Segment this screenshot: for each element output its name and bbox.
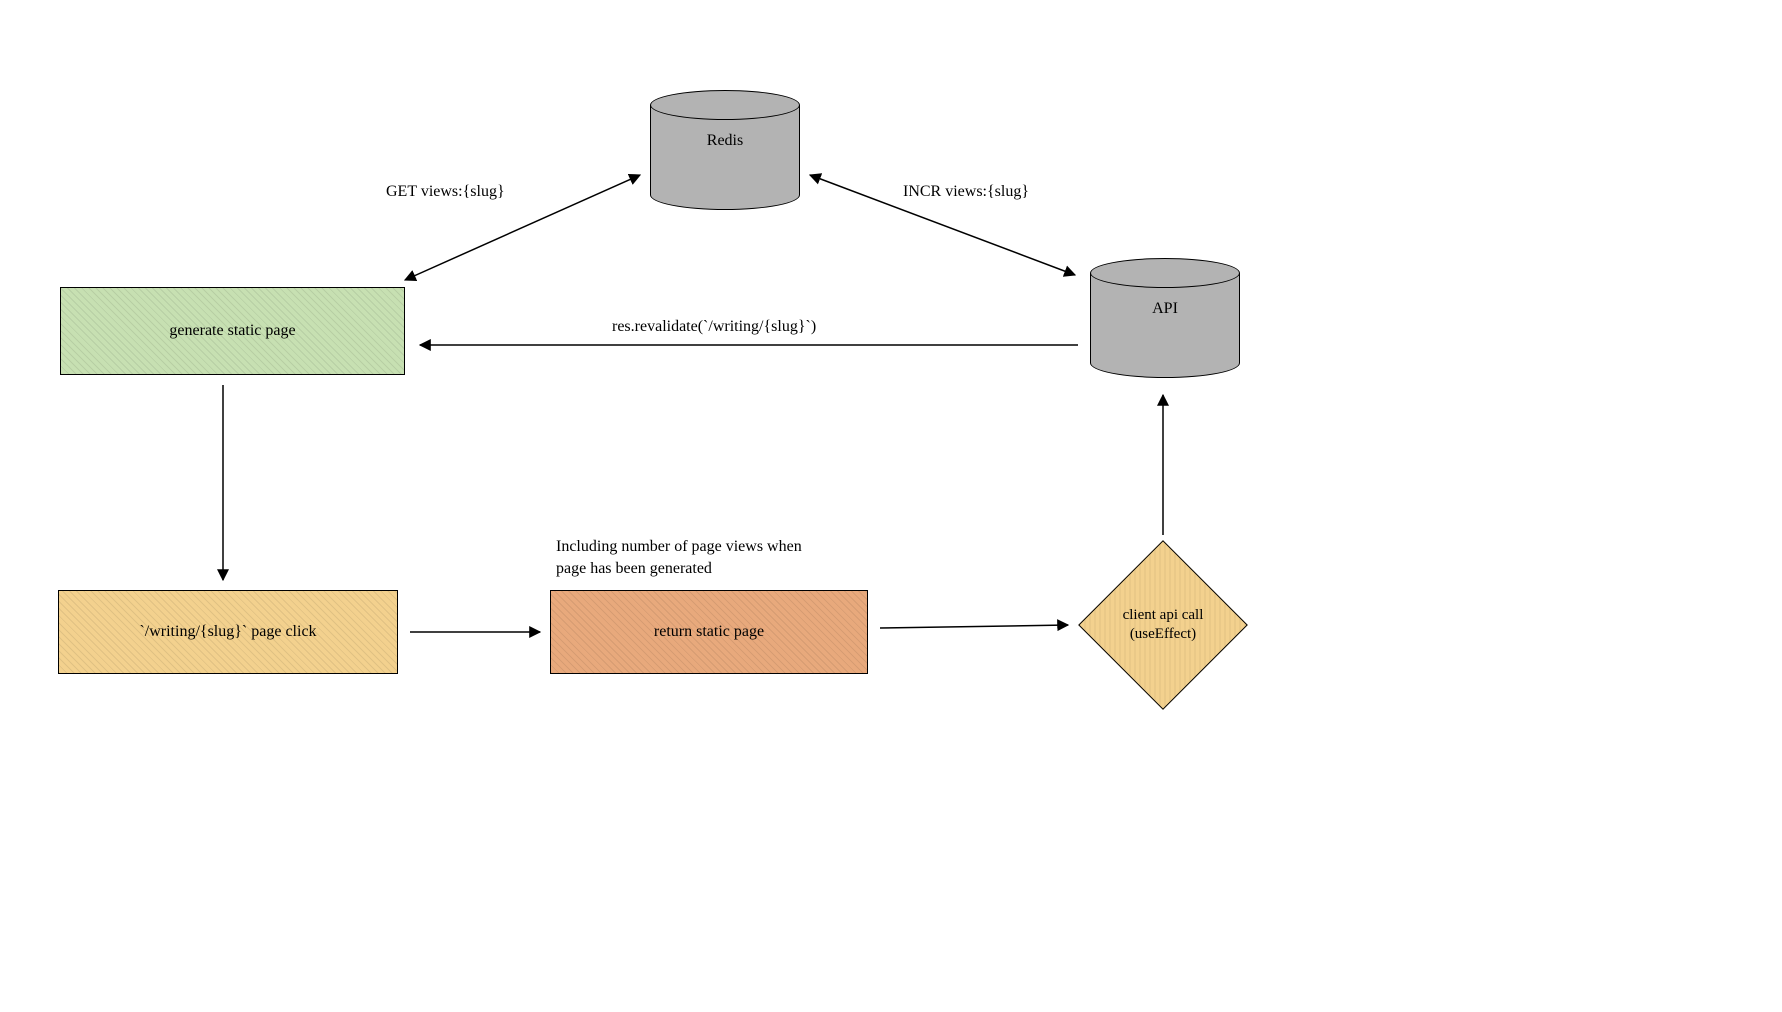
get-views-label: GET views:{slug} (386, 183, 505, 201)
arrows-layer (0, 0, 1782, 1012)
page-click-box: `/writing/{slug}` page click (58, 590, 398, 674)
api-label: API (1090, 300, 1240, 318)
page-click-label: `/writing/{slug}` page click (139, 623, 316, 641)
client-api-call-label: client api call (useEffect) (1078, 540, 1248, 710)
generate-static-page-box: generate static page (60, 287, 405, 375)
return-static-label: return static page (654, 623, 764, 641)
arrow-return-to-client (880, 625, 1068, 628)
including-note-label: Including number of page views when page… (556, 536, 802, 579)
api-cylinder: API (1090, 258, 1240, 378)
architecture-diagram: Redis API generate static page `/writing… (0, 0, 1782, 1012)
redis-label: Redis (650, 132, 800, 150)
generate-static-label: generate static page (169, 322, 295, 340)
return-static-page-box: return static page (550, 590, 868, 674)
client-api-call-diamond: client api call (useEffect) (1078, 540, 1248, 710)
revalidate-label: res.revalidate(`/writing/{slug}`) (612, 318, 816, 336)
incr-views-label: INCR views:{slug} (903, 183, 1029, 201)
redis-cylinder: Redis (650, 90, 800, 210)
